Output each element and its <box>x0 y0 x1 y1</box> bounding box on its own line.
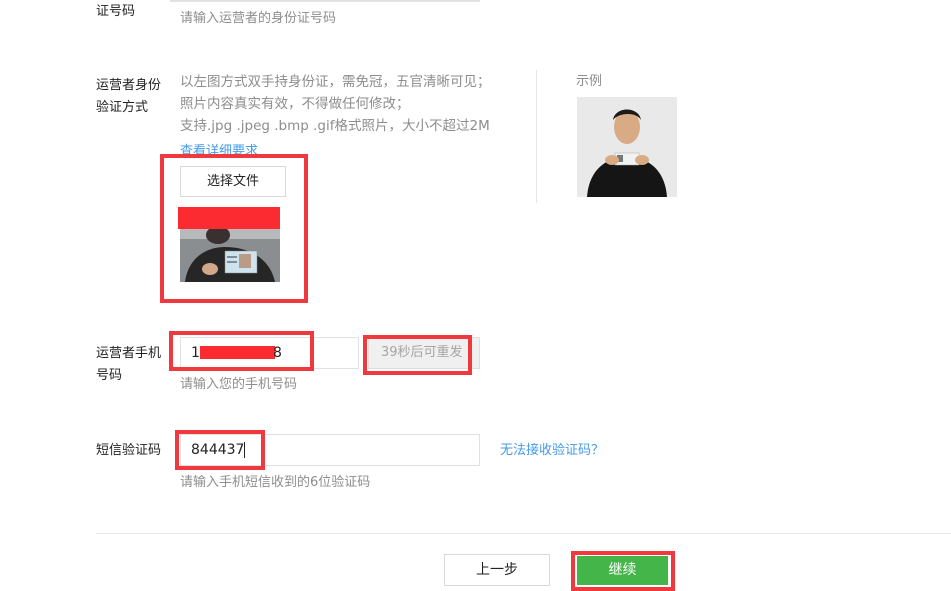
resend-button-highlight <box>363 335 472 375</box>
vertical-divider <box>536 70 537 203</box>
verify-desc-line2: 照片内容真实有效，不得做任何修改； <box>180 96 410 112</box>
uploaded-photo <box>180 229 280 282</box>
sms-code-hint: 请输入手机短信收到的6位验证码 <box>180 475 371 490</box>
uploaded-id-image <box>180 229 280 282</box>
previous-step-button[interactable]: 上一步 <box>444 554 550 586</box>
phone-input-highlight <box>169 331 314 371</box>
verify-desc-line3: 支持.jpg .jpeg .bmp .gif格式照片，大小不超过2M <box>180 118 490 134</box>
verify-label-line2: 验证方式 <box>96 100 149 115</box>
id-field-top-border <box>170 0 480 2</box>
sms-code-label: 短信验证码 <box>96 443 162 458</box>
filename-redaction <box>178 207 280 229</box>
example-person-image <box>577 97 677 197</box>
phone-hint: 请输入您的手机号码 <box>180 377 298 392</box>
verify-label-line1: 运营者身份 <box>96 78 162 93</box>
cannot-receive-code-link[interactable]: 无法接收验证码？ <box>500 440 604 462</box>
phone-label: 运营者手机 号码 <box>96 343 161 387</box>
sms-code-highlight <box>175 430 265 470</box>
choose-file-button[interactable]: 选择文件 <box>180 166 286 197</box>
phone-label-line1: 运营者手机 <box>96 346 162 361</box>
example-photo <box>577 97 677 197</box>
id-number-label: 证号码 <box>96 4 136 19</box>
id-number-hint: 请输入运营者的身份证号码 <box>180 11 337 26</box>
phone-label-line2: 号码 <box>96 368 123 383</box>
footer-divider <box>96 533 951 534</box>
verify-description: 以左图方式双手持身份证，需免冠，五官清晰可见； 照片内容真实有效，不得做任何修改… <box>180 71 491 137</box>
verify-desc-line1: 以左图方式双手持身份证，需免冠，五官清晰可见； <box>180 74 491 90</box>
verify-method-label: 运营者身份 验证方式 <box>96 75 161 119</box>
continue-button-highlight <box>571 551 675 591</box>
example-label: 示例 <box>576 74 603 89</box>
